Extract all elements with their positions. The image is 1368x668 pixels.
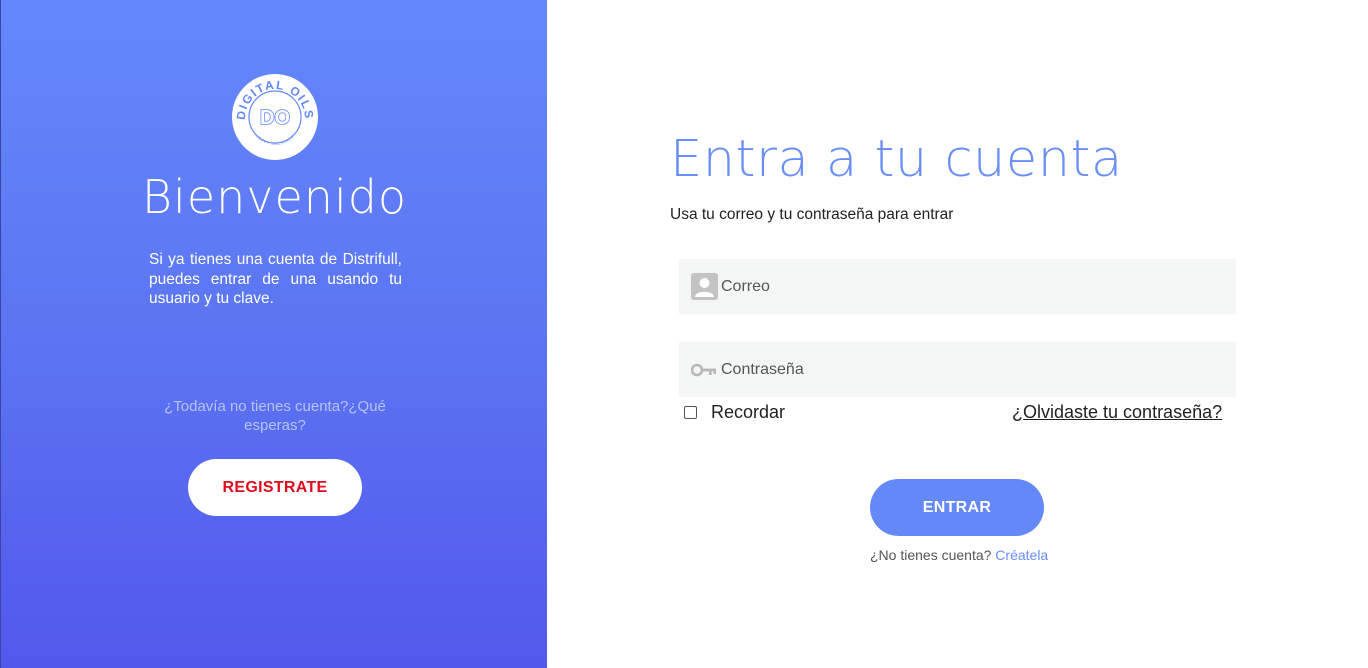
password-field[interactable]: [679, 342, 1236, 397]
login-subtitle: Usa tu correo y tu contraseña para entra…: [670, 206, 954, 223]
welcome-panel: DIGITAL OILS HAPPY MACHINES DO Bienvenid…: [0, 0, 547, 668]
welcome-description: Si ya tienes una cuenta de Distrifull, p…: [149, 251, 402, 307]
remember-label[interactable]: Recordar: [711, 402, 785, 423]
remember-checkbox[interactable]: [684, 406, 697, 419]
user-icon: [690, 273, 718, 301]
key-icon: [690, 356, 718, 384]
email-input[interactable]: [721, 277, 1201, 296]
forgot-password-link[interactable]: ¿Olvidaste tu contraseña?: [1012, 402, 1222, 423]
enter-button[interactable]: ENTRAR: [870, 479, 1044, 536]
create-account-row: ¿No tienes cuenta? Créatela: [870, 547, 1048, 563]
no-account-text: ¿No tienes cuenta?: [870, 547, 992, 563]
register-button[interactable]: REGISTRATE: [188, 459, 362, 516]
digital-oils-logo-icon: DIGITAL OILS HAPPY MACHINES DO: [232, 74, 318, 160]
password-input[interactable]: [721, 360, 1201, 379]
remember-me: Recordar: [684, 402, 785, 423]
email-field[interactable]: [679, 259, 1236, 314]
welcome-title: Bienvenido: [141, 170, 408, 224]
login-title: Entra a tu cuenta: [670, 130, 1123, 189]
logo-monogram: DO: [260, 107, 290, 129]
create-account-link[interactable]: Créatela: [995, 547, 1048, 563]
no-account-prompt: ¿Todavía no tienes cuenta?¿Qué esperas?: [164, 398, 386, 434]
